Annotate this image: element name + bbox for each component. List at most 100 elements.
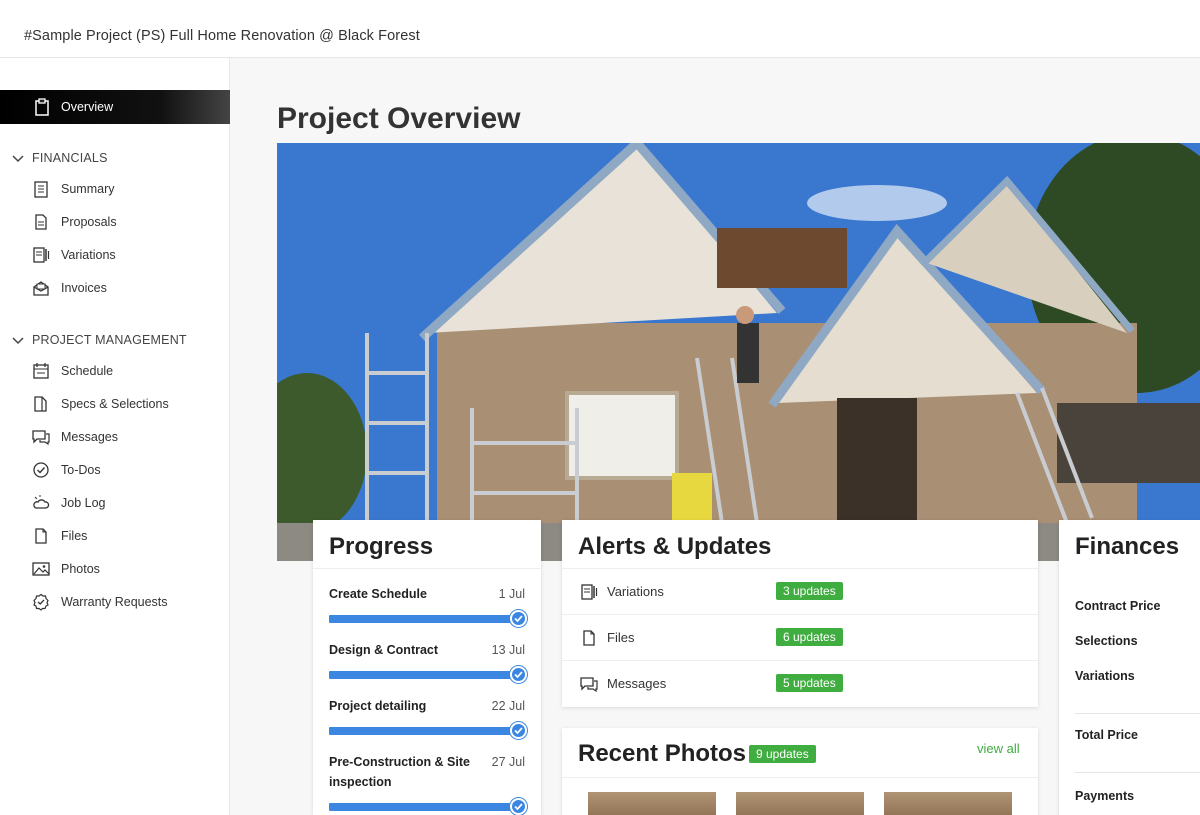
divider bbox=[1075, 713, 1200, 714]
weather-icon bbox=[32, 494, 52, 512]
sidebar-item-schedule[interactable]: Schedule bbox=[0, 358, 230, 384]
milestone-progress-bar bbox=[329, 671, 519, 679]
sidebar-item-label: Schedule bbox=[61, 364, 114, 378]
check-icon bbox=[510, 722, 527, 739]
top-bar: #Sample Project (PS) Full Home Renovatio… bbox=[0, 0, 1200, 58]
sidebar-item-label: Specs & Selections bbox=[61, 397, 169, 411]
sidebar-item-files[interactable]: Files bbox=[0, 523, 230, 549]
total-price-label: Total Price bbox=[1075, 728, 1138, 742]
view-all-link[interactable]: view all bbox=[977, 741, 1020, 756]
chevron-down-icon bbox=[12, 333, 24, 351]
variations-label: Variations bbox=[1075, 669, 1135, 683]
milestone[interactable]: Project detailing 22 Jul bbox=[329, 696, 527, 739]
milestone-name: Project detailing bbox=[329, 699, 427, 713]
milestone-name: Design & Contract bbox=[329, 643, 439, 657]
invoice-icon bbox=[32, 279, 52, 297]
finances-title: Finances bbox=[1075, 533, 1180, 560]
milestone-date: 27 Jul bbox=[491, 755, 525, 769]
sidebar-item-label: Variations bbox=[61, 248, 116, 262]
recent-photos-title: Recent Photos bbox=[578, 740, 747, 767]
alert-label: Messages bbox=[607, 676, 667, 691]
divider bbox=[313, 568, 541, 569]
finances-card: Finances Contract Price Selections Varia… bbox=[1059, 520, 1200, 815]
check-icon bbox=[510, 666, 527, 683]
updates-badge: 9 updates bbox=[749, 745, 816, 763]
section-financials[interactable]: FINANCIALS bbox=[0, 148, 230, 168]
section-project-management[interactable]: PROJECT MANAGEMENT bbox=[0, 330, 230, 350]
sidebar-item-label: Overview bbox=[61, 100, 114, 114]
photo-icon bbox=[32, 560, 52, 578]
sidebar-item-overview[interactable]: Overview bbox=[0, 90, 230, 124]
file-icon bbox=[580, 629, 598, 652]
sidebar-item-label: Photos bbox=[61, 562, 100, 576]
page-title: Project Overview bbox=[277, 102, 521, 135]
sidebar-item-job-log[interactable]: Job Log bbox=[0, 490, 230, 516]
progress-title: Progress bbox=[329, 533, 434, 560]
project-title: #Sample Project (PS) Full Home Renovatio… bbox=[24, 28, 420, 44]
specs-icon bbox=[32, 395, 52, 413]
photo-thumbnail[interactable] bbox=[884, 792, 1012, 815]
calendar-icon bbox=[32, 362, 52, 380]
updates-badge: 6 updates bbox=[776, 628, 843, 646]
chevron-down-icon bbox=[12, 151, 24, 169]
updates-badge: 5 updates bbox=[776, 674, 843, 692]
section-label: FINANCIALS bbox=[32, 151, 108, 165]
alerts-title: Alerts & Updates bbox=[578, 533, 772, 560]
milestone-date: 1 Jul bbox=[498, 587, 525, 601]
milestone-progress-bar bbox=[329, 803, 519, 811]
summary-icon bbox=[32, 180, 52, 198]
updates-badge: 3 updates bbox=[776, 582, 843, 600]
divider bbox=[1075, 772, 1200, 773]
alert-row-files[interactable]: Files 6 updates bbox=[562, 614, 1038, 660]
alert-row-messages[interactable]: Messages 5 updates bbox=[562, 660, 1038, 706]
milestone-progress-bar bbox=[329, 727, 519, 735]
check-icon bbox=[510, 610, 527, 627]
sidebar: Overview FINANCIALS Summary Proposals Va… bbox=[0, 58, 230, 815]
sidebar-item-invoices[interactable]: Invoices bbox=[0, 275, 230, 301]
document-icon bbox=[32, 213, 52, 231]
badge-check-icon bbox=[32, 593, 52, 611]
milestone[interactable]: Design & Contract 13 Jul bbox=[329, 640, 527, 683]
sidebar-item-variations[interactable]: Variations bbox=[0, 242, 230, 268]
sidebar-item-label: Summary bbox=[61, 182, 115, 196]
sidebar-item-proposals[interactable]: Proposals bbox=[0, 209, 230, 235]
milestone[interactable]: Create Schedule 1 Jul bbox=[329, 584, 527, 627]
milestone-date: 22 Jul bbox=[491, 699, 525, 713]
sidebar-item-photos[interactable]: Photos bbox=[0, 556, 230, 582]
contract-price-label: Contract Price bbox=[1075, 599, 1161, 613]
sidebar-item-label: To-Dos bbox=[61, 463, 101, 477]
milestone-date: 13 Jul bbox=[491, 643, 525, 657]
sidebar-item-label: Warranty Requests bbox=[61, 595, 168, 609]
alert-row-variations[interactable]: Variations 3 updates bbox=[562, 568, 1038, 614]
milestone[interactable]: Pre-Construction & Site inspection 27 Ju… bbox=[329, 752, 527, 815]
progress-card: Progress Create Schedule 1 Jul Design & … bbox=[313, 520, 541, 815]
sidebar-item-messages[interactable]: Messages bbox=[0, 424, 230, 450]
payments-label: Payments bbox=[1075, 789, 1135, 803]
milestone-name: Create Schedule bbox=[329, 587, 427, 601]
selections-label: Selections bbox=[1075, 634, 1138, 648]
sidebar-item-summary[interactable]: Summary bbox=[0, 176, 230, 202]
sidebar-item-label: Proposals bbox=[61, 215, 117, 229]
sidebar-item-label: Messages bbox=[61, 430, 118, 444]
check-circle-icon bbox=[32, 461, 52, 479]
check-icon bbox=[510, 798, 527, 815]
divider bbox=[562, 777, 1038, 778]
photo-thumbnail[interactable] bbox=[588, 792, 716, 815]
project-cover-photo bbox=[277, 143, 1200, 561]
sidebar-item-todos[interactable]: To-Dos bbox=[0, 457, 230, 483]
variations-icon bbox=[580, 583, 598, 606]
sidebar-item-specs-selections[interactable]: Specs & Selections bbox=[0, 391, 230, 417]
messages-icon bbox=[32, 428, 52, 446]
milestone-name: Pre-Construction & Site inspection bbox=[329, 755, 470, 789]
milestone-progress-bar bbox=[329, 615, 519, 623]
sidebar-item-label: Invoices bbox=[61, 281, 107, 295]
alerts-card: Alerts & Updates Variations 3 updates Fi… bbox=[562, 520, 1038, 707]
photo-thumbnail[interactable] bbox=[736, 792, 864, 815]
messages-icon bbox=[580, 675, 598, 698]
clipboard-icon bbox=[34, 98, 50, 121]
sidebar-item-label: Files bbox=[61, 529, 88, 543]
alert-label: Files bbox=[607, 630, 635, 645]
recent-photos-card: Recent Photos 9 updates view all bbox=[562, 728, 1038, 815]
sidebar-item-warranty-requests[interactable]: Warranty Requests bbox=[0, 589, 230, 615]
alert-label: Variations bbox=[607, 584, 664, 599]
